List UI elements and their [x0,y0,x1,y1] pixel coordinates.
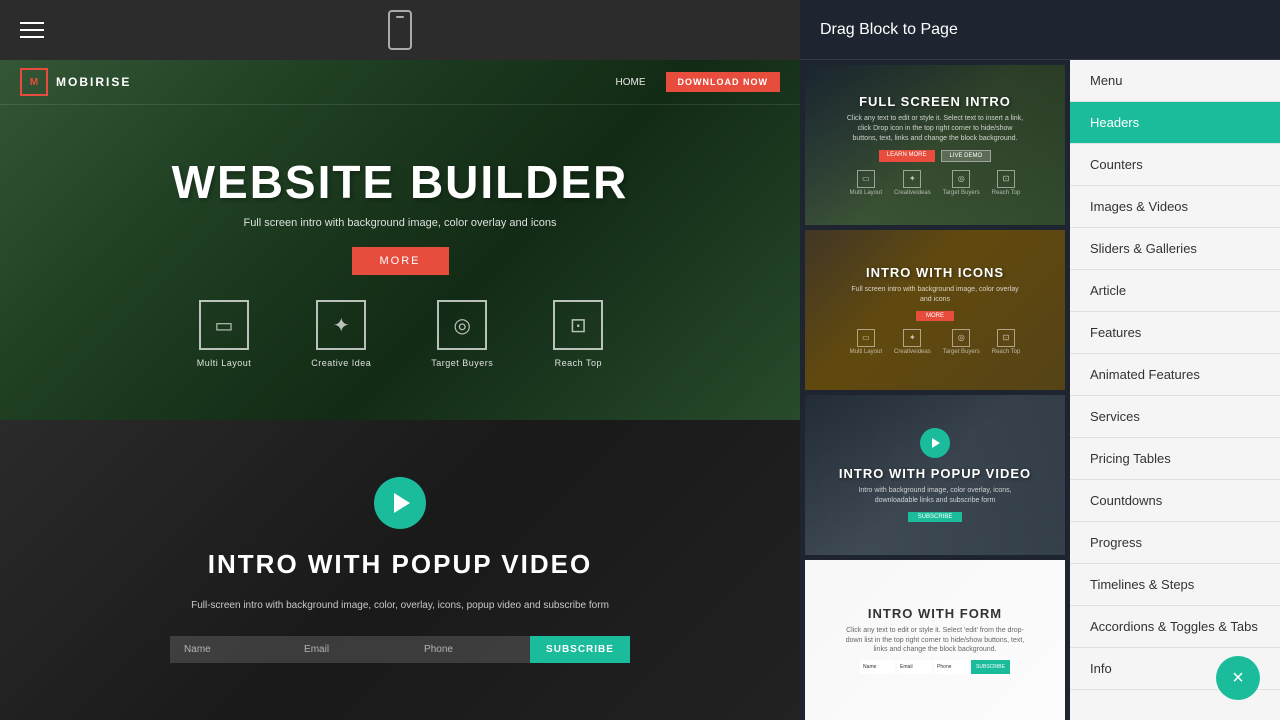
thumb-1-learn-btn: LEARN MORE [879,150,935,162]
sidebar-item-menu[interactable]: Menu [1070,60,1280,102]
panel-header: Drag Block to Page [800,0,1280,60]
reach-top-icon: ⊡ [553,300,603,350]
thumb-1-desc: Click any text to edit or style it. Sele… [845,114,1025,143]
sidebar-item-services[interactable]: Services [1070,396,1280,438]
play-button[interactable] [374,477,426,529]
thumb-3-play-btn [920,428,950,458]
sidebar-item-timelines-steps[interactable]: Timelines & Steps [1070,564,1280,606]
thumb-2-icon-2: ✦ Creativeideas [894,329,931,355]
sidebar-item-accordions-toggles-tabs[interactable]: Accordions & Toggles & Tabs [1070,606,1280,648]
hero-icons: ▭ Multi Layout ✦ Creative Idea ◎ Target … [197,300,604,368]
panel-title: Drag Block to Page [820,21,958,39]
video-section: INTRO WITH POPUP VIDEO Full-screen intro… [0,420,800,720]
thumb-3-overlay: INTRO WITH POPUP VIDEO Intro with backgr… [805,395,1065,555]
thumb-1-icons: ▭ Multi Layout ✦ Creativeideas ◎ Target … [850,170,1021,196]
nav-list-column: Menu Headers Counters Images & Videos Sl… [1070,60,1280,720]
hero-icon-label-3: Target Buyers [431,358,493,368]
website-preview: M MOBIRISE HOME DOWNLOAD NOW WEBSITE BUI… [0,60,800,720]
thumb-3-play-icon [932,438,940,448]
thumb-1-icon-1: ▭ Multi Layout [850,170,882,196]
thumb-2-desc: Full screen intro with background image,… [845,285,1025,305]
hero-content: WEBSITE BUILDER Full screen intro with b… [152,105,649,420]
subscribe-btn[interactable]: SUBSCRIBE [530,636,630,663]
download-btn[interactable]: DOWNLOAD NOW [666,72,781,92]
hero-more-btn[interactable]: MORE [352,247,449,275]
sidebar-item-pricing-tables[interactable]: Pricing Tables [1070,438,1280,480]
thumb-2-label: INTRO WITH ICONS [866,265,1004,280]
logo-text: MOBIRISE [56,75,131,89]
thumb-1-icon-2: ✦ Creativeideas [894,170,931,196]
preview-area: M MOBIRISE HOME DOWNLOAD NOW WEBSITE BUI… [0,0,800,720]
nav-links: HOME DOWNLOAD NOW [616,72,781,92]
multi-layout-icon: ▭ [199,300,249,350]
video-title: INTRO WITH POPUP VIDEO [208,549,592,580]
thumb-4-input-1: Name [860,660,895,674]
thumb-4-submit: SUBSCRIBE [971,660,1010,674]
hero-icon-item-3: ◎ Target Buyers [431,300,493,368]
sidebar-item-progress[interactable]: Progress [1070,522,1280,564]
logo-icon: M [20,68,48,96]
thumb-1-live-btn: LIVE DEMO [941,150,992,162]
sidebar-item-headers[interactable]: Headers [1070,102,1280,144]
nav-home-link[interactable]: HOME [616,77,646,88]
thumbnails-column: FULL SCREEN INTRO Click any text to edit… [800,60,1070,720]
thumb-3-desc: Intro with background image, color overl… [845,486,1025,506]
hero-title: WEBSITE BUILDER [172,157,629,208]
hero-icon-label-4: Reach Top [555,358,602,368]
thumb-4-input-3: Phone [934,660,969,674]
thumb-intro-with-icons[interactable]: INTRO WITH ICONS Full screen intro with … [805,230,1065,390]
thumb-intro-with-form[interactable]: INTRO WITH FORM Click any text to edit o… [805,560,1065,720]
thumb-4-overlay: INTRO WITH FORM Click any text to edit o… [805,560,1065,720]
hero-icon-item-1: ▭ Multi Layout [197,300,252,368]
phone-input[interactable] [410,636,530,663]
name-input[interactable] [170,636,290,663]
close-button[interactable]: × [1216,656,1260,700]
thumb-2-btn: MORE [916,311,954,321]
thumb-3-label: INTRO WITH POPUP VIDEO [839,466,1031,481]
thumb-2-icon-3: ◎ Target Buyers [943,329,980,355]
video-subtitle: Full-screen intro with background image,… [191,600,609,611]
creative-idea-icon: ✦ [316,300,366,350]
thumb-1-overlay: FULL SCREEN INTRO Click any text to edit… [805,65,1065,225]
hero-icon-item-4: ⊡ Reach Top [553,300,603,368]
play-icon [394,493,410,513]
panel-content: FULL SCREEN INTRO Click any text to edit… [800,60,1280,720]
sidebar-item-counters[interactable]: Counters [1070,144,1280,186]
sidebar-item-images-videos[interactable]: Images & Videos [1070,186,1280,228]
hero-icon-label-2: Creative Idea [311,358,371,368]
thumb-2-icons: ▭ Multi Layout ✦ Creativeideas ◎ Target … [850,329,1021,355]
thumb-4-label: INTRO WITH FORM [868,606,1002,621]
thumb-4-form: Name Email Phone SUBSCRIBE [860,660,1010,674]
thumb-4-desc: Click any text to edit or style it. Sele… [845,626,1025,655]
thumb-1-label: FULL SCREEN INTRO [859,94,1011,109]
email-input[interactable] [290,636,410,663]
sidebar-item-countdowns[interactable]: Countdowns [1070,480,1280,522]
hero-icon-item-2: ✦ Creative Idea [311,300,371,368]
hero-nav: M MOBIRISE HOME DOWNLOAD NOW [0,60,800,105]
hero-icon-label-1: Multi Layout [197,358,252,368]
hero-section: M MOBIRISE HOME DOWNLOAD NOW WEBSITE BUI… [0,60,800,420]
phone-device-icon [388,10,412,50]
sidebar-item-article[interactable]: Article [1070,270,1280,312]
sidebar-item-features[interactable]: Features [1070,312,1280,354]
right-panel: Drag Block to Page FULL SCREEN INTRO Cli… [800,0,1280,720]
toolbar [0,0,800,60]
hero-subtitle: Full screen intro with background image,… [243,217,556,229]
thumb-2-overlay: INTRO WITH ICONS Full screen intro with … [805,230,1065,390]
sidebar-item-sliders-galleries[interactable]: Sliders & Galleries [1070,228,1280,270]
thumb-2-icon-1: ▭ Multi Layout [850,329,882,355]
logo-area: M MOBIRISE [20,68,131,96]
device-icon [388,10,412,50]
thumb-1-icon-4: ⊡ Reach Top [992,170,1021,196]
thumb-full-screen-intro[interactable]: FULL SCREEN INTRO Click any text to edit… [805,65,1065,225]
thumb-4-input-2: Email [897,660,932,674]
thumb-3-btn: SUBSCRIBE [908,512,963,522]
subscribe-form: SUBSCRIBE [170,636,630,663]
sidebar-item-animated-features[interactable]: Animated Features [1070,354,1280,396]
thumb-2-icon-4: ⊡ Reach Top [992,329,1021,355]
target-buyers-icon: ◎ [437,300,487,350]
hamburger-menu[interactable] [20,22,44,38]
thumb-1-icon-3: ◎ Target Buyers [943,170,980,196]
thumb-intro-popup-video[interactable]: INTRO WITH POPUP VIDEO Intro with backgr… [805,395,1065,555]
